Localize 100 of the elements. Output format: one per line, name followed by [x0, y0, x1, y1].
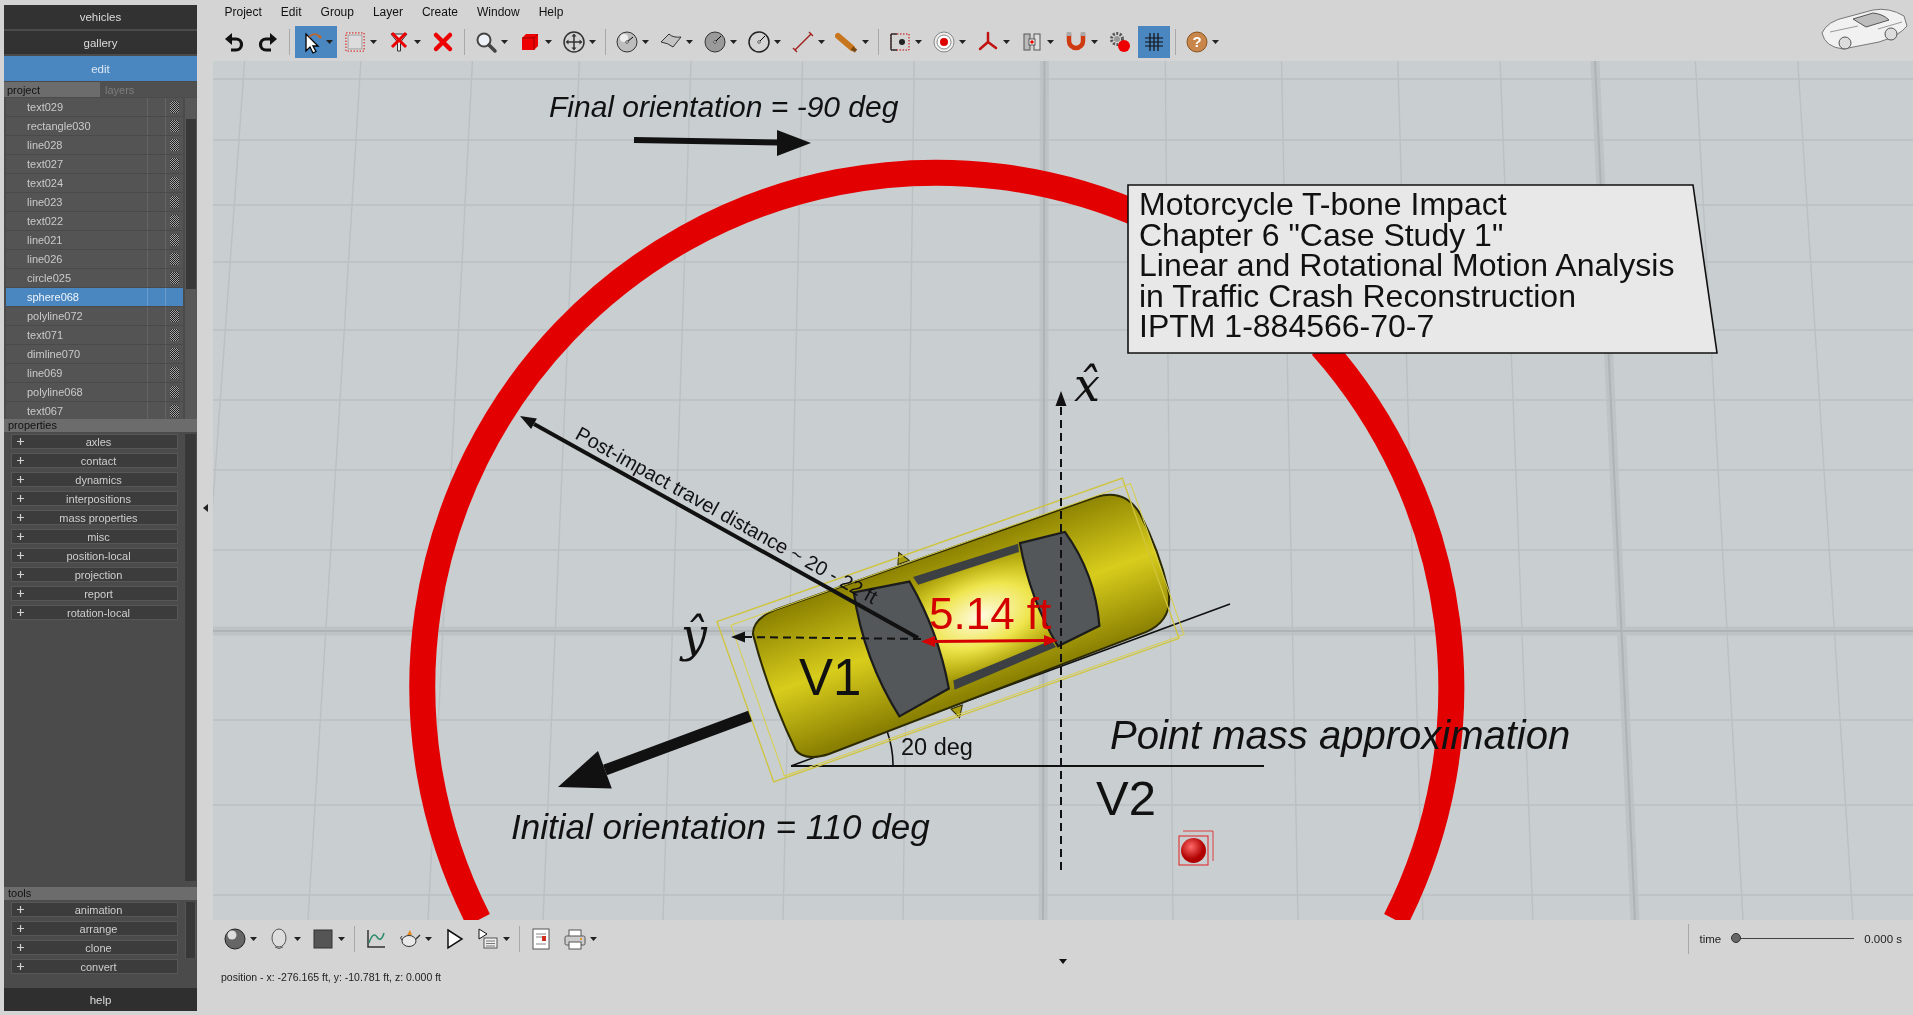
caret-icon[interactable]	[250, 936, 257, 941]
caret-icon[interactable]	[589, 40, 596, 44]
checker-icon[interactable]	[170, 177, 179, 189]
caret-icon[interactable]	[414, 40, 421, 44]
select-button[interactable]	[295, 26, 337, 58]
property-group[interactable]: interpositions	[11, 491, 178, 506]
scrollbar[interactable]	[185, 434, 196, 881]
property-group[interactable]: position-local	[11, 548, 178, 563]
checker-icon[interactable]	[170, 196, 179, 208]
caret-icon[interactable]	[1091, 40, 1098, 44]
plus-icon[interactable]	[17, 457, 24, 464]
caret-icon[interactable]	[202, 503, 208, 512]
scrollbar[interactable]	[185, 902, 196, 958]
checker-icon[interactable]	[170, 386, 179, 398]
caret-icon[interactable]	[959, 40, 966, 44]
plus-icon[interactable]	[17, 533, 24, 540]
caret-icon[interactable]	[1047, 40, 1054, 44]
menu-item[interactable]: Edit	[271, 3, 312, 21]
checker-icon[interactable]	[170, 101, 179, 113]
checker-icon[interactable]	[170, 215, 179, 227]
object-list-item[interactable]: line028	[6, 136, 183, 155]
nav-button[interactable]: gallery	[4, 31, 197, 54]
sphere-marker[interactable]	[1178, 830, 1214, 866]
checker-icon[interactable]	[170, 139, 179, 151]
object-list-item[interactable]: text022	[6, 212, 183, 231]
property-group[interactable]: report	[11, 586, 178, 601]
checker-icon[interactable]	[170, 120, 179, 132]
caret-icon[interactable]	[501, 40, 508, 44]
object-list-item[interactable]: text067	[6, 402, 183, 419]
disc-icon[interactable]	[703, 30, 727, 54]
plus-icon[interactable]	[17, 925, 24, 932]
object-list-item[interactable]: circle025	[6, 269, 183, 288]
checker-icon[interactable]	[170, 329, 179, 341]
object-list-item[interactable]: text024	[6, 174, 183, 193]
property-group[interactable]: projection	[11, 567, 178, 582]
plus-icon[interactable]	[17, 906, 24, 913]
plus-icon[interactable]	[17, 963, 24, 970]
printer-icon[interactable]	[563, 926, 587, 951]
caret-icon[interactable]	[425, 936, 432, 941]
menu-item[interactable]: Window	[467, 3, 530, 21]
property-group[interactable]: misc	[11, 529, 178, 544]
checker-icon[interactable]	[170, 405, 179, 417]
menu-item[interactable]: Help	[529, 3, 573, 21]
checker-icon[interactable]	[170, 310, 179, 322]
checker-icon[interactable]	[170, 272, 179, 284]
object-list-item[interactable]: sphere068	[6, 288, 183, 307]
caret-icon[interactable]	[774, 40, 781, 44]
checker-icon[interactable]	[170, 348, 179, 360]
frame-icon[interactable]	[888, 30, 912, 54]
menu-item[interactable]: Layer	[363, 3, 413, 21]
object-list-item[interactable]: line023	[6, 193, 183, 212]
property-group[interactable]: mass properties	[11, 510, 178, 525]
property-group[interactable]: dynamics	[11, 472, 178, 487]
sphere-icon[interactable]	[615, 30, 639, 54]
object-list-item[interactable]: text029	[6, 98, 183, 117]
object-list-item[interactable]: polyline068	[6, 383, 183, 402]
property-group[interactable]: contact	[11, 453, 178, 468]
object-list-item[interactable]: line026	[6, 250, 183, 269]
plus-icon[interactable]	[17, 438, 24, 445]
plus-icon[interactable]	[17, 495, 24, 502]
plus-icon[interactable]	[17, 514, 24, 521]
caret-icon[interactable]	[730, 40, 737, 44]
caret-icon[interactable]	[294, 936, 301, 941]
property-group[interactable]: rotation-local	[11, 605, 178, 620]
object-list-item[interactable]: rectangle030	[6, 117, 183, 136]
move-icon[interactable]	[562, 30, 586, 54]
object-list-item[interactable]: text071	[6, 326, 183, 345]
caret-icon[interactable]	[545, 40, 552, 44]
caret-icon[interactable]	[915, 40, 922, 44]
tool-group[interactable]: arrange	[11, 921, 178, 936]
plus-icon[interactable]	[17, 609, 24, 616]
checker-icon[interactable]	[170, 158, 179, 170]
object-list-item[interactable]: dimline070	[6, 345, 183, 364]
menu-item[interactable]: Group	[311, 3, 364, 21]
caret-icon[interactable]	[338, 936, 345, 941]
plus-icon[interactable]	[17, 476, 24, 483]
scene-viewport[interactable]	[213, 61, 1913, 920]
caret-icon[interactable]	[1003, 40, 1010, 44]
slider-thumb[interactable]	[1731, 933, 1742, 943]
object-list-item[interactable]: line021	[6, 231, 183, 250]
caret-icon[interactable]	[1212, 40, 1219, 44]
panel-tab[interactable]: project	[4, 82, 100, 97]
object-list-item[interactable]: text027	[6, 155, 183, 174]
circle-icon[interactable]	[747, 30, 771, 54]
play-list-icon[interactable]	[476, 926, 500, 951]
caret-icon[interactable]	[862, 40, 869, 44]
plus-icon[interactable]	[17, 552, 24, 559]
object-list-item[interactable]: line069	[6, 364, 183, 383]
dimension-icon[interactable]	[791, 30, 815, 54]
funnel-cross-icon[interactable]	[387, 30, 411, 54]
scrollbar[interactable]	[185, 98, 197, 419]
plus-icon[interactable]	[17, 944, 24, 951]
checker-icon[interactable]	[170, 234, 179, 246]
caret-icon[interactable]	[686, 40, 693, 44]
property-group[interactable]: axles	[11, 434, 178, 449]
caret-icon[interactable]	[818, 40, 825, 44]
checker-icon[interactable]	[170, 253, 179, 265]
caret-icon[interactable]	[370, 40, 377, 44]
plus-icon[interactable]	[17, 571, 24, 578]
target-icon[interactable]	[932, 30, 956, 54]
